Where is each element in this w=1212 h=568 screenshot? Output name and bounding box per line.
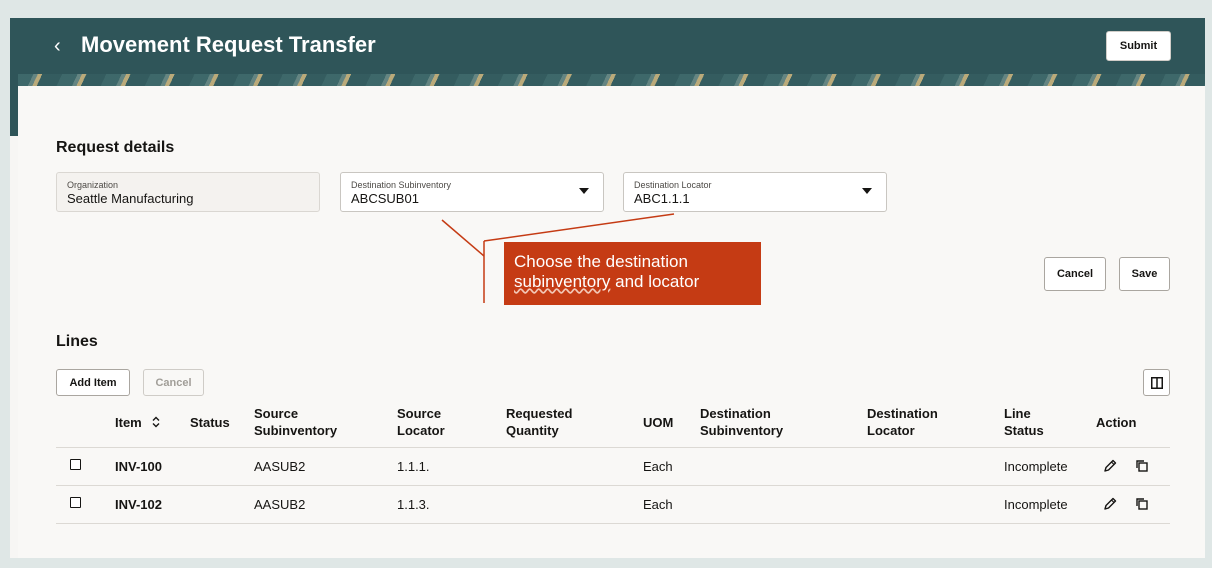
pencil-icon[interactable] xyxy=(1102,496,1118,512)
row-checkbox[interactable] xyxy=(70,459,81,470)
lines-cancel-button: Cancel xyxy=(143,369,204,396)
header-pattern xyxy=(18,74,1205,86)
callout-line1: Choose the destination xyxy=(514,252,688,271)
row-source-locator: 1.1.3. xyxy=(397,497,430,512)
row-uom: Each xyxy=(643,459,673,474)
pencil-icon[interactable] xyxy=(1102,458,1118,474)
request-details-title: Request details xyxy=(56,139,175,156)
destination-locator-value: ABC1.1.1 xyxy=(634,191,690,206)
col-line-status: Line Status xyxy=(1004,406,1044,438)
organization-field: Organization Seattle Manufacturing xyxy=(56,172,320,212)
instruction-callout: Choose the destination subinventory and … xyxy=(504,242,761,305)
submit-button[interactable]: Submit xyxy=(1106,31,1171,61)
col-source-locator: Source Locator xyxy=(397,406,445,438)
row-line-status: Incomplete xyxy=(1004,459,1068,474)
chevron-down-icon[interactable] xyxy=(862,188,872,194)
main-content: Request details Organization Seattle Man… xyxy=(18,86,1205,558)
destination-subinventory-label: Destination Subinventory xyxy=(351,180,452,190)
col-requested-quantity: Requested Quantity xyxy=(506,406,573,438)
callout-underlined-word: subinventory xyxy=(514,272,611,291)
col-destination-locator: Destination Locator xyxy=(867,406,938,438)
col-source-subinventory: Source Subinventory xyxy=(254,406,338,438)
destination-subinventory-value: ABCSUB01 xyxy=(351,191,419,206)
organization-value: Seattle Manufacturing xyxy=(67,191,194,206)
destination-locator-select[interactable]: Destination Locator ABC1.1.1 xyxy=(623,172,887,212)
col-status: Status xyxy=(190,415,230,430)
col-action: Action xyxy=(1096,415,1137,430)
page-title: Movement Request Transfer xyxy=(81,32,376,57)
callout-line2: and locator xyxy=(610,272,700,291)
col-destination-subinventory: Destination Subinventory xyxy=(700,406,784,438)
duplicate-icon[interactable] xyxy=(1134,496,1150,512)
cancel-button[interactable]: Cancel xyxy=(1044,257,1106,291)
row-divider xyxy=(56,523,1170,524)
organization-label: Organization xyxy=(67,180,119,190)
row-item: INV-100 xyxy=(115,459,162,474)
callout-connector xyxy=(441,213,675,303)
row-item: INV-102 xyxy=(115,497,162,512)
duplicate-icon[interactable] xyxy=(1134,458,1150,474)
row-divider xyxy=(56,485,1170,486)
col-uom: UOM xyxy=(643,415,674,430)
row-source-subinventory: AASUB2 xyxy=(254,459,306,474)
lines-title: Lines xyxy=(56,333,98,350)
row-line-status: Incomplete xyxy=(1004,497,1068,512)
col-item[interactable]: Item xyxy=(115,414,161,431)
destination-locator-label: Destination Locator xyxy=(634,180,712,190)
row-source-subinventory: AASUB2 xyxy=(254,497,306,512)
chevron-down-icon[interactable] xyxy=(579,188,589,194)
columns-button[interactable] xyxy=(1143,369,1170,396)
add-item-button[interactable]: Add Item xyxy=(56,369,130,396)
row-uom: Each xyxy=(643,497,673,512)
app-frame: ‹ Movement Request Transfer Submit Reque… xyxy=(10,18,1205,558)
table-divider xyxy=(56,447,1170,448)
destination-subinventory-select[interactable]: Destination Subinventory ABCSUB01 xyxy=(340,172,604,212)
columns-icon xyxy=(1150,376,1163,389)
save-button[interactable]: Save xyxy=(1119,257,1170,291)
chevron-left-icon[interactable]: ‹ xyxy=(54,36,70,56)
row-checkbox[interactable] xyxy=(70,497,81,508)
row-source-locator: 1.1.1. xyxy=(397,459,430,474)
sort-icon[interactable] xyxy=(151,416,161,428)
